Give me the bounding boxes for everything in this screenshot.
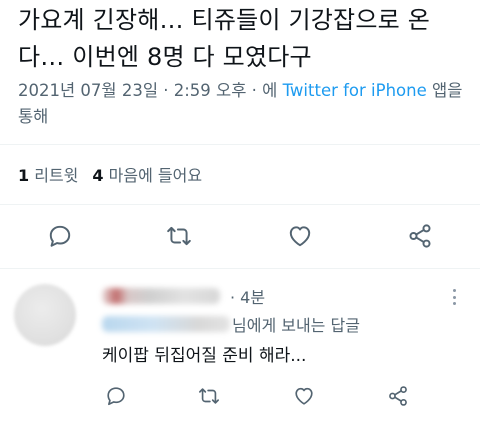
more-dot-icon xyxy=(452,302,456,305)
retweet-button[interactable] xyxy=(164,221,194,251)
retweet-icon xyxy=(199,388,219,404)
likes-count: 4 xyxy=(92,166,104,185)
divider xyxy=(0,204,480,205)
share-icon xyxy=(409,224,431,248)
retweets-count: 1 xyxy=(18,166,30,185)
avatar[interactable] xyxy=(14,284,76,346)
retweet-icon xyxy=(167,226,191,246)
reply-tweet[interactable]: · 4분 님에게 보내는 답글 케이팝 뒤집어질 준비 해라... xyxy=(0,270,480,422)
tweet-date: 2021년 07월 23일 · 2:59 오후 · 에 xyxy=(18,81,278,100)
like-button[interactable] xyxy=(285,221,315,251)
reply-to-line: 님에게 보내는 답글 xyxy=(102,312,360,336)
like-icon xyxy=(295,387,313,405)
blurred-author-name[interactable] xyxy=(102,288,220,304)
reply-time: · 4분 xyxy=(230,288,266,307)
divider xyxy=(0,268,480,269)
more-dot-icon xyxy=(452,289,456,292)
tweet-text: 가요계 긴장해… 티쥬들이 기강잡으로 온다… 이번엔 8명 다 모였다구 xyxy=(18,6,430,71)
divider xyxy=(0,144,480,145)
share-icon xyxy=(389,386,407,406)
retweet-button[interactable] xyxy=(196,383,222,409)
more-options-button[interactable] xyxy=(444,286,464,308)
blurred-handle-link[interactable] xyxy=(102,316,230,332)
tweet-source-link[interactable]: Twitter for iPhone xyxy=(283,81,427,100)
reply-text: 케이팝 뒤집어질 준비 해라... xyxy=(102,346,307,366)
tweet-stats: 1 리트윗 4 마음에 들어요 xyxy=(18,162,202,186)
like-button[interactable] xyxy=(291,383,317,409)
tweet-meta: 2021년 07월 23일 · 2:59 오후 · 에 Twitter for … xyxy=(18,78,470,130)
reply-icon xyxy=(107,387,125,406)
reply-actions xyxy=(0,378,480,414)
likes-label: 마음에 들어요 xyxy=(108,166,203,185)
likes-stat[interactable]: 4 마음에 들어요 xyxy=(92,166,202,185)
reply-button[interactable] xyxy=(45,221,75,251)
like-icon xyxy=(289,226,311,247)
reply-icon xyxy=(49,225,71,247)
reply-button[interactable] xyxy=(103,383,129,409)
share-button[interactable] xyxy=(405,221,435,251)
share-button[interactable] xyxy=(385,383,411,409)
reply-author: · 4분 xyxy=(102,284,265,308)
tweet-actions xyxy=(0,214,480,258)
more-dot-icon xyxy=(452,295,456,299)
retweets-label: 리트윗 xyxy=(34,166,79,185)
retweets-stat[interactable]: 1 리트윗 xyxy=(18,166,78,185)
reply-to-suffix: 님에게 보내는 답글 xyxy=(232,316,360,335)
